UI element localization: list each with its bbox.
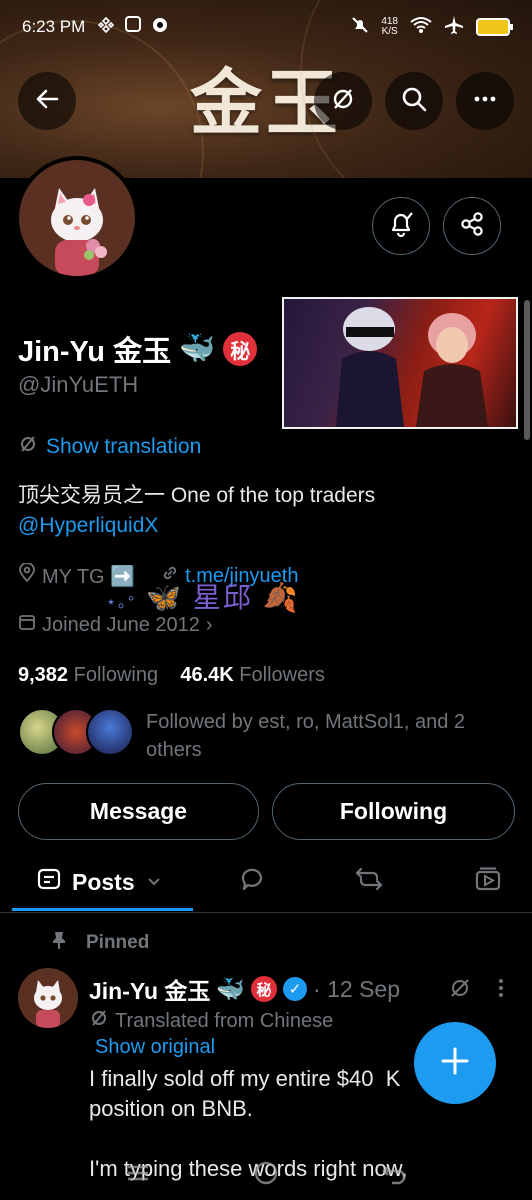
mute-icon <box>351 16 369 39</box>
butterfly-icon: 🦋 <box>146 582 184 613</box>
followed-by-avatars[interactable] <box>18 708 134 756</box>
translate-button[interactable] <box>314 72 372 130</box>
bio-text: 顶尖交易员之一 One of the top traders <box>18 484 376 507</box>
back-arrow-icon <box>33 85 61 118</box>
joined-text: Joined June 2012 <box>42 613 200 636</box>
media-icon <box>474 865 502 899</box>
plus-icon <box>438 1044 472 1083</box>
grok-translate-icon[interactable] <box>448 976 472 1005</box>
compose-button[interactable] <box>414 1022 496 1104</box>
tab-reposts[interactable] <box>354 852 384 912</box>
repost-icon <box>354 865 384 899</box>
following-stat[interactable]: 9,382 Following <box>18 664 158 686</box>
follow-stats: 9,382 Following 46.4K Followers <box>18 664 325 687</box>
posts-icon <box>36 866 62 898</box>
avatar-image <box>19 160 135 276</box>
post-author-name[interactable]: Jin-Yu 金玉 <box>89 972 210 1006</box>
secret-emoji: 秘 <box>251 976 278 1002</box>
settings-icon <box>151 16 169 39</box>
leaf-icon: 🍂 <box>262 582 300 613</box>
status-time: 6:23 PM <box>22 17 86 36</box>
translated-notice: Translated from Chinese <box>89 1008 333 1034</box>
notifications-button[interactable] <box>372 197 430 255</box>
net-speed-unit: K/S <box>381 26 398 37</box>
back-nav-icon[interactable] <box>380 1159 408 1192</box>
post-header: Jin-Yu 金玉 🐳 秘 ✓ · 12 Sep <box>89 972 400 1006</box>
followers-stat[interactable]: 46.4K Followers <box>180 664 325 686</box>
secret-emoji: 秘 <box>223 332 258 366</box>
decoration-stars: ⋆｡° <box>106 594 137 611</box>
binance-icon <box>97 16 115 39</box>
reply-icon <box>238 865 266 899</box>
post-date[interactable]: · 12 Sep <box>313 976 400 1003</box>
scrollbar[interactable] <box>524 300 530 440</box>
following-button[interactable]: Following <box>272 783 515 840</box>
tab-posts[interactable]: Posts <box>36 852 163 912</box>
chevron-right-icon[interactable]: › <box>206 614 213 637</box>
translate-small-icon <box>18 434 38 460</box>
search-button[interactable] <box>385 72 443 130</box>
profile-name: Jin-Yu 金玉 🐳 秘 <box>18 328 258 370</box>
profile-avatar[interactable] <box>15 156 139 280</box>
airplane-icon <box>444 15 464 40</box>
followed-by-text[interactable]: Followed by est, ro, MattSol1, and 2 oth… <box>146 708 516 764</box>
translate-small-icon <box>89 1008 109 1034</box>
profile-handle: @JinYuETH <box>18 372 139 397</box>
back-button[interactable] <box>18 72 76 130</box>
tab-posts-label: Posts <box>72 868 135 895</box>
recents-icon[interactable] <box>124 1161 152 1190</box>
translated-from-text: Translated from Chinese <box>115 1009 334 1032</box>
tab-replies[interactable] <box>238 852 266 912</box>
pin-icon <box>50 930 68 956</box>
home-icon[interactable] <box>252 1159 280 1192</box>
bio-mention-link[interactable]: @HyperliquidX <box>18 511 375 541</box>
post-more-icon[interactable] <box>496 976 506 1005</box>
decoration-label: 星邱 <box>192 582 253 613</box>
active-tab-indicator <box>12 908 193 911</box>
tabs-divider <box>0 912 532 913</box>
following-label: Following <box>73 664 159 686</box>
chevron-down-icon <box>145 869 163 896</box>
promo-image[interactable] <box>282 297 518 429</box>
status-bar: 6:23 PM 418 K/S <box>0 0 532 54</box>
followers-count: 46.4K <box>180 664 234 686</box>
app-icon <box>125 15 142 32</box>
profile-bio: 顶尖交易员之一 One of the top traders @Hyperliq… <box>18 481 375 541</box>
translate-icon <box>329 85 357 118</box>
post-author-avatar[interactable] <box>18 968 78 1028</box>
system-nav-bar <box>0 1150 532 1200</box>
whale-emoji: 🐳 <box>179 333 216 365</box>
net-speed: 418 K/S <box>381 17 398 37</box>
show-translation-label: Show translation <box>46 435 202 458</box>
decoration-text: ⋆｡° 🦋 星邱 🍂 <box>106 576 300 616</box>
followers-label: Followers <box>239 664 325 686</box>
verified-badge-icon: ✓ <box>283 977 308 1001</box>
search-icon <box>400 85 428 118</box>
share-icon <box>458 210 486 243</box>
tab-media[interactable] <box>474 852 502 912</box>
display-name: Jin-Yu 金玉 <box>18 336 172 368</box>
more-icon <box>471 85 499 118</box>
following-count: 9,382 <box>18 664 69 686</box>
share-button[interactable] <box>443 197 501 255</box>
profile-tabs: Posts <box>0 852 532 912</box>
pinned-indicator: Pinned <box>50 930 149 956</box>
more-button[interactable] <box>456 72 514 130</box>
wifi-icon <box>410 16 432 39</box>
profile-meta-joined: Joined June 2012 › <box>18 613 213 637</box>
message-button[interactable]: Message <box>18 783 259 840</box>
avatar <box>86 708 134 756</box>
calendar-icon <box>18 613 36 637</box>
bell-check-icon <box>387 210 415 243</box>
pinned-label: Pinned <box>86 932 150 953</box>
show-translation-link[interactable]: Show translation <box>18 434 201 460</box>
whale-emoji: 🐳 <box>216 975 246 1002</box>
location-icon <box>18 562 36 589</box>
show-original-link[interactable]: Show original <box>95 1036 215 1059</box>
battery-icon <box>476 18 513 36</box>
